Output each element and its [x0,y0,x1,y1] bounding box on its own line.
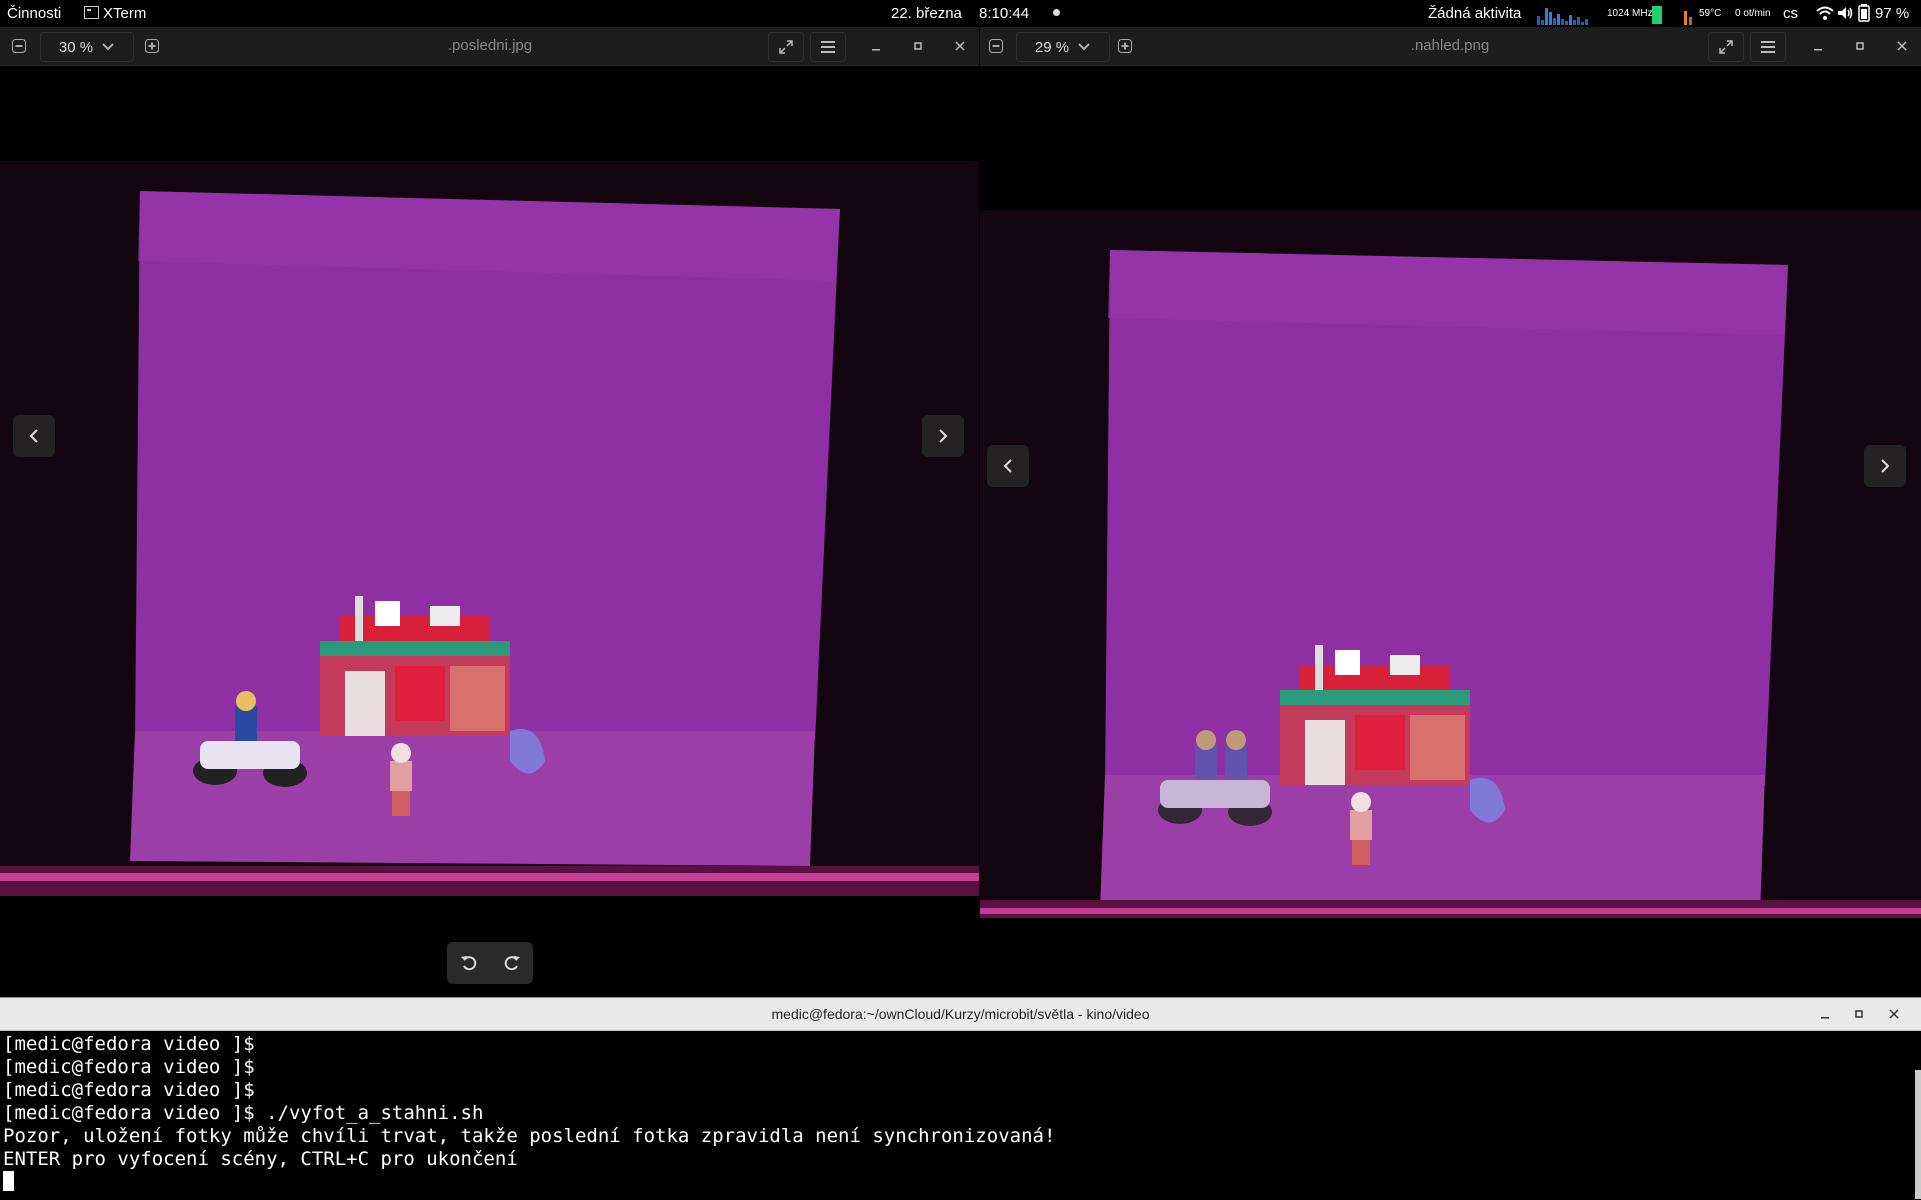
maximize-button[interactable] [1853,998,1865,1030]
arrow-right-icon [939,429,948,443]
lego-scene-image [0,161,979,896]
fullscreen-button[interactable] [1708,32,1744,62]
previous-image-button[interactable] [13,415,55,457]
minimize-icon [872,49,880,51]
zoom-out-button[interactable] [8,32,30,60]
close-icon [955,41,965,51]
maximize-button[interactable] [906,32,930,60]
terminal-line: [medic@fedora video ]$ [3,1079,255,1101]
rotate-left-icon[interactable] [459,953,479,973]
lego-minifigure [1350,792,1372,865]
maximize-icon [1856,42,1864,50]
fullscreen-icon [779,40,793,54]
maximize-button[interactable] [1848,32,1872,60]
next-image-button[interactable] [922,415,964,457]
battery-icon[interactable] [1858,4,1870,22]
clock-time[interactable]: 8:10:44 [979,0,1029,27]
terminal-output[interactable]: [medic@fedora video ]$ [medic@fedora vid… [0,1031,1921,1196]
rotate-controls [447,942,533,984]
chevron-down-icon [1078,43,1090,51]
recording-dot-icon [1053,9,1060,16]
cpu-graph-icon [1537,8,1588,25]
previous-image-button[interactable] [987,445,1029,487]
displayed-photo [980,210,1921,918]
battery-percent: 97 % [1875,5,1910,22]
zoom-in-icon [145,39,159,53]
zoom-in-button[interactable] [141,32,163,60]
viewer-filename: .posledni.jpg [447,37,533,54]
close-icon [1889,1009,1899,1019]
memory-bar-icon [1652,6,1662,24]
menu-button[interactable] [810,32,846,62]
minimize-icon [1821,1017,1829,1019]
zoom-level: 29 % [1034,38,1070,56]
keyboard-layout[interactable]: cs [1783,0,1798,27]
arrow-left-icon [29,429,38,443]
fullscreen-button[interactable] [768,32,804,62]
viewer-filename: .nahled.png [1410,37,1490,54]
hamburger-menu-icon [1761,41,1775,53]
app-menu[interactable]: XTerm [84,0,146,27]
activities-button[interactable]: Činnosti [7,0,61,27]
top-bar: Činnosti XTerm 22. března 8:10:44 Žádná … [0,0,1921,27]
terminal-title: medic@fedora:~/ownCloud/Kurzy/microbit/s… [771,1006,1150,1022]
minimize-button[interactable] [1819,998,1831,1030]
xterm-icon [84,6,99,19]
maximize-icon [914,42,922,50]
close-button[interactable] [1888,998,1900,1030]
app-name: XTerm [103,5,147,22]
chevron-down-icon [102,43,114,51]
terminal-line: [medic@fedora video ]$ ./vyfot_a_stahni.… [3,1102,484,1124]
clock-date[interactable]: 22. března [891,0,962,27]
terminal-input-line[interactable] [3,1171,1918,1194]
fan-readout: 0 ot/min [1735,8,1771,19]
viewer-header: 29 % .nahled.png [980,27,1921,66]
fullscreen-icon [1719,40,1733,54]
volume-icon[interactable] [1836,4,1854,22]
lego-building [1280,645,1470,785]
arrow-right-icon [1881,459,1890,473]
terminal-line: [medic@fedora video ]$ [3,1056,255,1078]
zoom-in-icon [1118,39,1132,53]
close-icon [1897,41,1907,51]
lego-minifigure [390,743,412,816]
lego-scene-image [980,210,1921,918]
temperature-graph-icon [1684,11,1692,25]
activity-indicator[interactable]: Žádná aktivita [1428,0,1521,27]
terminal-titlebar: medic@fedora:~/ownCloud/Kurzy/microbit/s… [0,998,1921,1031]
lego-building [320,596,510,736]
zoom-out-icon [989,39,1003,53]
maximize-icon [1855,1010,1863,1018]
terminal-line: Pozor, uložení fotky může chvíli trvat, … [3,1125,1056,1147]
menu-button[interactable] [1750,32,1786,62]
displayed-photo [0,161,979,896]
zoom-in-button[interactable] [1114,32,1136,60]
cpu-frequency: 1024 MHz [1607,8,1653,19]
image-viewer-left: 30 % .posledni.jpg [0,27,979,997]
terminal-cursor [3,1171,14,1191]
wifi-icon[interactable] [1816,4,1834,22]
rotate-right-icon[interactable] [502,953,522,973]
close-button[interactable] [948,32,972,60]
minimize-icon [1814,49,1822,51]
minimize-button[interactable] [864,32,888,60]
zoom-level-dropdown[interactable]: 29 % [1016,32,1110,62]
close-button[interactable] [1890,32,1914,60]
terminal-scrollbar[interactable] [1915,1070,1921,1199]
xterm-window: medic@fedora:~/ownCloud/Kurzy/microbit/s… [0,997,1921,1200]
arrow-left-icon [1003,459,1012,473]
minimize-button[interactable] [1806,32,1830,60]
terminal-line: [medic@fedora video ]$ [3,1033,255,1055]
terminal-line: ENTER pro vyfocení scény, CTRL+C pro uko… [3,1148,518,1170]
viewer-header: 30 % .posledni.jpg [0,27,979,66]
next-image-button[interactable] [1864,445,1906,487]
zoom-out-icon [12,39,26,53]
zoom-level-dropdown[interactable]: 30 % [40,32,134,62]
zoom-out-button[interactable] [985,32,1007,60]
temperature-readout: 59°C [1699,8,1722,19]
hamburger-menu-icon [821,41,835,53]
image-viewer-right: 29 % .nahled.png [980,27,1921,997]
zoom-level: 30 % [58,38,94,56]
